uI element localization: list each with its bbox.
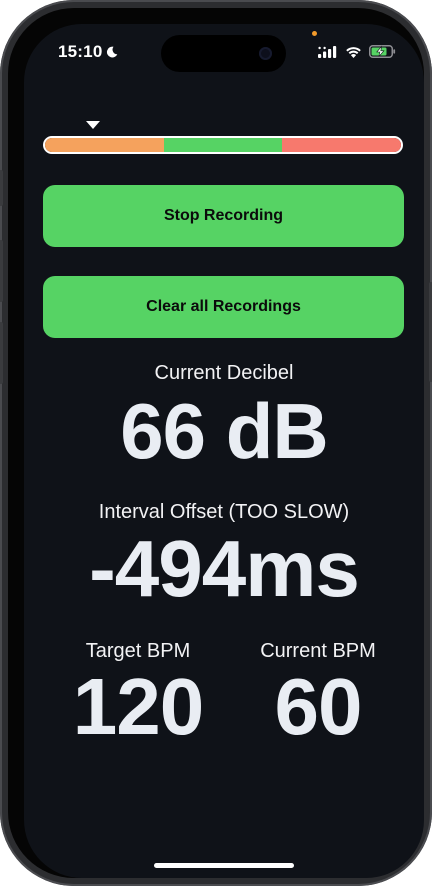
level-segment-high — [282, 138, 401, 152]
level-segment-low — [45, 138, 164, 152]
level-segment-ok — [163, 138, 283, 152]
status-icons — [318, 45, 396, 63]
moon-icon — [106, 43, 118, 58]
decibel-value: 66 dB — [120, 387, 328, 475]
status-time-text: 15:10 — [58, 42, 103, 61]
interval-offset-label: Interval Offset (TOO SLOW) — [98, 501, 350, 523]
app-screen: 15:10 Stop Recording Clear all Recording… — [24, 24, 424, 878]
camera-icon — [259, 47, 272, 60]
target-bpm-label: Target BPM — [85, 640, 191, 662]
current-bpm-value: 60 — [274, 662, 363, 751]
bezel: 15:10 Stop Recording Clear all Recording… — [8, 8, 424, 878]
clear-all-recordings-button[interactable]: Clear all Recordings — [43, 276, 404, 338]
status-time: 15:10 — [58, 42, 118, 62]
dynamic-island — [161, 35, 286, 72]
volume-up-button — [0, 240, 3, 302]
cellular-icon — [318, 45, 338, 63]
target-bpm-value: 120 — [72, 662, 204, 751]
wifi-icon — [345, 45, 362, 63]
phone-frame: 15:10 Stop Recording Clear all Recording… — [0, 0, 432, 886]
interval-offset-value: -494ms — [89, 524, 360, 613]
level-meter-bar — [43, 136, 403, 154]
current-bpm-label: Current BPM — [260, 640, 376, 662]
stop-recording-button[interactable]: Stop Recording — [43, 185, 404, 247]
volume-down-button — [0, 322, 3, 384]
decibel-label: Current Decibel — [154, 362, 294, 384]
privacy-indicator-icon — [312, 31, 317, 36]
level-marker-icon — [86, 121, 101, 129]
home-indicator[interactable] — [154, 863, 294, 868]
battery-charging-icon — [369, 45, 396, 63]
action-button — [0, 170, 3, 206]
